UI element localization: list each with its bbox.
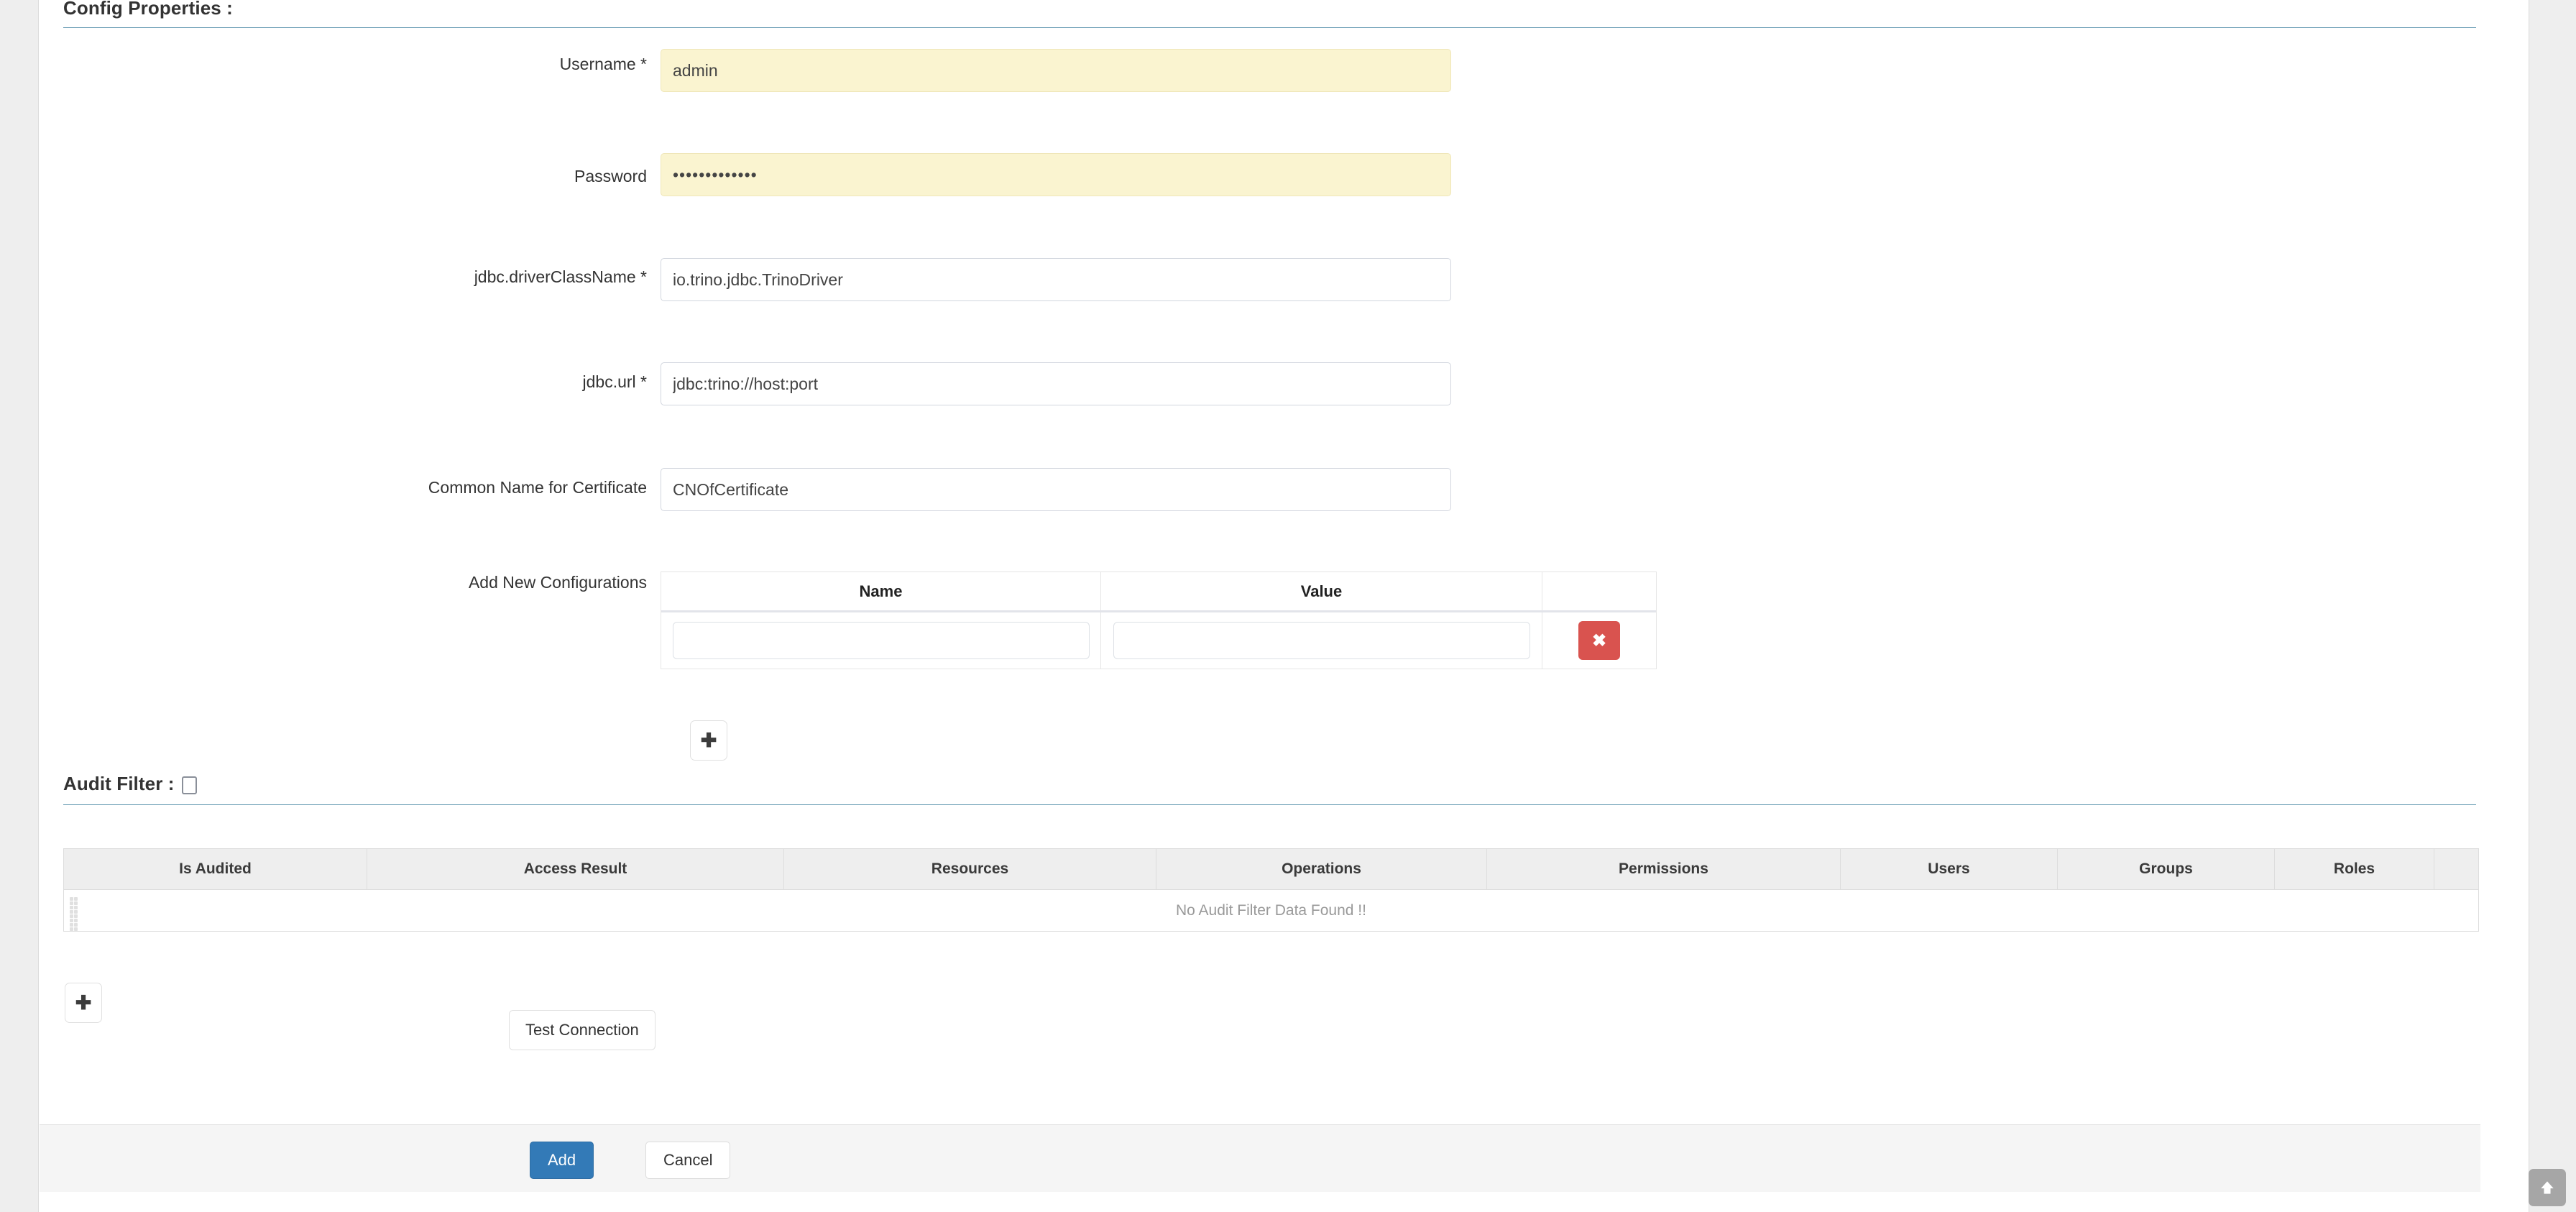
main-content: Config Properties : Username * Password … [40,0,2521,1212]
audit-col-groups-header: Groups [2058,849,2275,889]
config-properties-heading: Config Properties : [63,0,233,19]
username-input[interactable] [661,49,1451,92]
app-root: Config Properties : Username * Password … [0,0,2576,1212]
arrow-up-icon [2541,1181,2554,1194]
common-name-certificate-input[interactable] [661,468,1451,511]
add-new-configurations-table: Name Value ✖ [661,571,1657,669]
config-cell-name [661,612,1101,669]
left-gutter [0,0,39,1212]
audit-col-users-header: Users [1841,849,2058,889]
config-value-input[interactable] [1113,622,1530,659]
test-connection-button[interactable]: Test Connection [509,1010,656,1050]
audit-col-operations-header: Operations [1156,849,1487,889]
add-audit-filter-row-button[interactable]: ✚ [65,983,102,1023]
add-new-configurations-label: Add New Configurations [468,573,647,592]
audit-col-roles-header: Roles [2275,849,2434,889]
password-label: Password [574,167,647,185]
right-scroll-gutter[interactable] [2529,0,2576,1212]
audit-col-resources-header: Resources [784,849,1156,889]
config-cell-action: ✖ [1542,612,1656,669]
config-table-header-row: Name Value [661,572,1656,612]
username-label: Username * [559,55,647,73]
jdbc-url-input[interactable] [661,362,1451,405]
jdbc-url-label: jdbc.url * [582,372,647,391]
jdbc-driver-class-name-label: jdbc.driverClassName * [474,267,647,286]
audit-col-access-result-header: Access Result [367,849,784,889]
audit-filter-divider [63,804,2476,805]
audit-filter-heading-text: Audit Filter : [63,773,175,794]
config-col-action-header [1542,572,1656,610]
add-config-row-button[interactable]: ✚ [690,720,727,761]
add-button[interactable]: Add [530,1142,594,1179]
password-input[interactable] [661,153,1451,196]
form-footer: Add Cancel [40,1124,2480,1192]
config-table-row: ✖ [661,612,1656,669]
drag-handle-icon[interactable] [70,897,78,931]
jdbc-driver-class-name-input[interactable] [661,258,1451,301]
audit-table-empty-row: No Audit Filter Data Found !! [64,889,2478,931]
delete-row-button[interactable]: ✖ [1578,621,1620,660]
audit-col-is-audited-header: Is Audited [64,849,367,889]
common-name-certificate-label: Common Name for Certificate [428,478,647,497]
config-name-input[interactable] [672,622,1090,659]
config-cell-value [1101,612,1542,669]
audit-filter-heading: Audit Filter : [63,773,197,795]
cancel-button[interactable]: Cancel [645,1142,731,1179]
audit-filter-table: Is Audited Access Result Resources Opera… [63,848,2479,932]
audit-col-action-header [2434,849,2478,889]
scroll-to-top-button[interactable] [2529,1169,2566,1206]
audit-col-permissions-header: Permissions [1487,849,1841,889]
audit-empty-message: No Audit Filter Data Found !! [1176,901,1366,919]
config-properties-divider [63,27,2476,28]
audit-filter-checkbox[interactable] [181,776,197,794]
config-col-name-header: Name [661,572,1101,610]
audit-table-header-row: Is Audited Access Result Resources Opera… [64,849,2478,889]
config-col-value-header: Value [1101,572,1542,610]
